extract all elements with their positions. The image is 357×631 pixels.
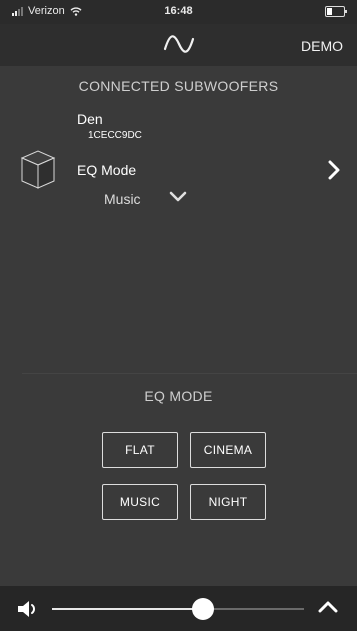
battery-icon bbox=[325, 6, 347, 17]
cinema-button[interactable]: CINEMA bbox=[190, 432, 266, 468]
demo-button[interactable]: DEMO bbox=[301, 38, 343, 54]
chevron-down-icon[interactable] bbox=[169, 191, 187, 203]
volume-slider-thumb[interactable] bbox=[192, 598, 215, 620]
device-id: 1CECC9DC bbox=[88, 130, 142, 141]
chevron-up-icon[interactable] bbox=[318, 600, 338, 614]
connected-subwoofers-title: CONNECTED SUBWOOFERS bbox=[78, 78, 279, 94]
chevron-right-icon[interactable] bbox=[327, 160, 341, 180]
device-name[interactable]: Den bbox=[77, 111, 103, 127]
section-divider bbox=[22, 373, 357, 374]
subwoofer-cube-icon bbox=[20, 150, 56, 189]
speaker-icon[interactable] bbox=[16, 598, 42, 620]
night-button[interactable]: NIGHT bbox=[190, 484, 266, 520]
eq-mode-value[interactable]: Music bbox=[104, 191, 141, 207]
volume-slider-fill bbox=[52, 608, 204, 610]
flat-button[interactable]: FLAT bbox=[102, 432, 178, 468]
status-time: 16:48 bbox=[164, 5, 193, 17]
app-header: DEMO bbox=[0, 24, 357, 66]
status-bar: Verizon 16:48 bbox=[0, 0, 357, 24]
sine-wave-icon bbox=[163, 35, 195, 53]
music-button[interactable]: MUSIC bbox=[102, 484, 178, 520]
eq-mode-title: EQ MODE bbox=[144, 388, 213, 404]
eq-mode-label: EQ Mode bbox=[77, 162, 137, 178]
volume-slider-track[interactable] bbox=[52, 608, 304, 610]
volume-bar bbox=[0, 586, 357, 631]
